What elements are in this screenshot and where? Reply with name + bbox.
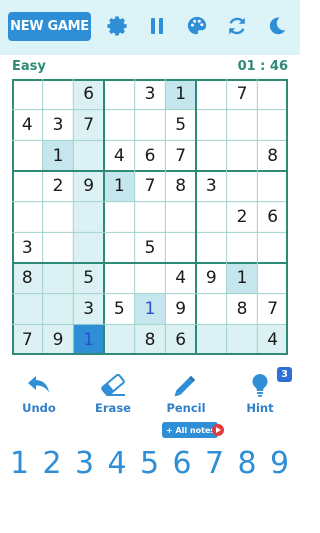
undo-icon <box>9 372 69 398</box>
undo-button[interactable]: Undo <box>9 372 69 415</box>
all-notes-label: + All notes <box>166 425 216 435</box>
number-button-8[interactable]: 8 <box>231 443 264 483</box>
eraser-icon <box>83 372 143 398</box>
all-notes-button[interactable]: + All notes <box>162 422 224 438</box>
number-pad: 123456789 <box>0 443 300 483</box>
moon-icon[interactable] <box>265 14 289 38</box>
pause-icon[interactable] <box>145 14 169 38</box>
number-button-3[interactable]: 3 <box>68 443 101 483</box>
hint-label: Hint <box>246 401 274 415</box>
refresh-icon[interactable] <box>225 14 249 38</box>
gear-icon[interactable] <box>105 14 129 38</box>
top-bar: NEW GAME <box>0 0 300 55</box>
game-timer: 01 : 46 <box>237 59 288 74</box>
number-button-6[interactable]: 6 <box>166 443 199 483</box>
undo-label: Undo <box>22 401 56 415</box>
board-grid-lines <box>12 79 288 355</box>
number-button-9[interactable]: 9 <box>263 443 296 483</box>
number-button-2[interactable]: 2 <box>36 443 69 483</box>
video-ad-icon <box>212 424 224 436</box>
number-button-1[interactable]: 1 <box>3 443 36 483</box>
erase-label: Erase <box>95 401 131 415</box>
pencil-icon <box>156 372 216 398</box>
palette-icon[interactable] <box>185 14 209 38</box>
number-button-4[interactable]: 4 <box>101 443 134 483</box>
number-button-7[interactable]: 7 <box>198 443 231 483</box>
pencil-label: Pencil <box>166 401 206 415</box>
number-button-5[interactable]: 5 <box>133 443 166 483</box>
new-game-button[interactable]: NEW GAME <box>8 12 91 41</box>
difficulty-label: Easy <box>12 59 46 74</box>
erase-button[interactable]: Erase <box>83 372 143 415</box>
pencil-button[interactable]: Pencil <box>156 372 216 415</box>
sudoku-board: 6317437514678291783263585491351987791864 <box>12 79 288 355</box>
hint-count-badge: 3 <box>277 367 292 382</box>
